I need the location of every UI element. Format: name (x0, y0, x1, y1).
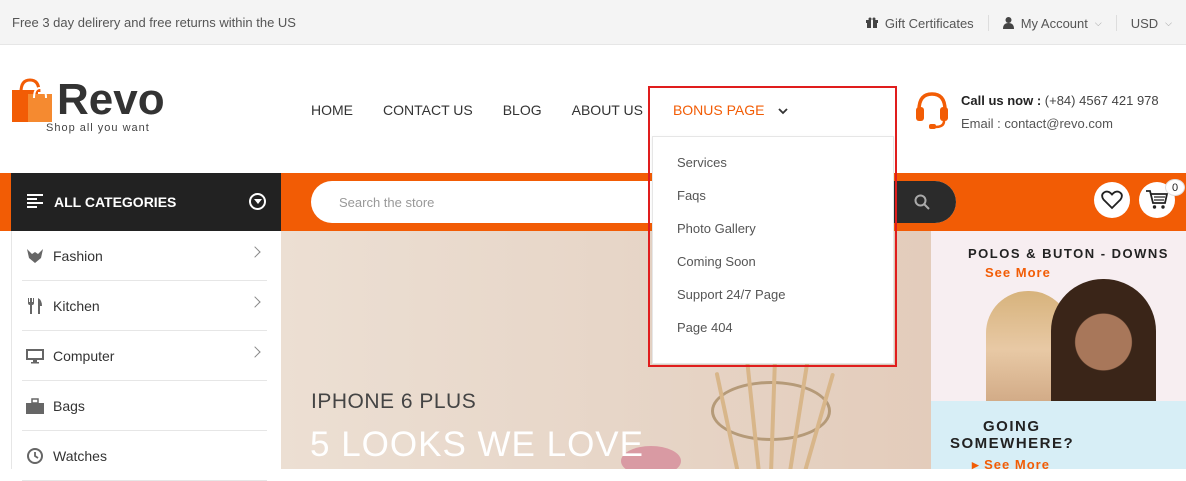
chevron-down-icon: ⌵ (1094, 17, 1102, 28)
site-header: Revo Shop all you want HOME CONTACT US B… (0, 45, 1186, 173)
divider (987, 15, 989, 31)
chevron-down-icon: ⌵ (1165, 17, 1172, 28)
promo-title-line1: GOING (983, 418, 1041, 435)
see-more-link[interactable]: ▸ See More (972, 457, 1050, 473)
call-us: Call us now : (+84) 4567 421 978 (961, 93, 1159, 108)
nav-home[interactable]: HOME (311, 102, 353, 118)
category-label: Watches (53, 448, 107, 464)
fork-knife-icon (28, 298, 42, 314)
chevron-right-icon (249, 246, 261, 258)
site-logo[interactable]: Revo Shop all you want (11, 75, 181, 138)
gift-icon (865, 17, 878, 28)
category-item-fashion[interactable]: Fashion (22, 231, 267, 281)
menu-lines-icon (27, 194, 43, 208)
phone-number[interactable]: (+84) 4567 421 978 (1041, 93, 1159, 108)
category-item-kitchen[interactable]: Kitchen (22, 281, 267, 331)
nav-contact-us[interactable]: CONTACT US (383, 102, 473, 118)
headset-icon (916, 92, 948, 129)
cart-count-badge: 0 (1165, 179, 1185, 196)
shopping-bag-logo-icon (12, 78, 52, 122)
category-sidebar: Fashion Kitchen Computer Bags Watches (11, 231, 281, 481)
promo-banner-polos[interactable]: POLOS & BUTON - DOWNS See More (931, 231, 1186, 401)
category-label: Fashion (53, 248, 103, 264)
category-label: Bags (53, 398, 85, 414)
category-label: Kitchen (53, 298, 100, 314)
logo-name: Revo (57, 75, 165, 124)
logo-tagline: Shop all you want (46, 122, 150, 134)
gift-certificates-link[interactable]: Gift Certificates (865, 15, 974, 31)
banner-subtitle: IPHONE 6 PLUS (311, 390, 477, 413)
promo-title: POLOS & BUTON - DOWNS (968, 246, 1169, 261)
cart-icon (1146, 190, 1168, 209)
search-icon (914, 194, 930, 210)
nav-about-us[interactable]: ABOUT US (572, 102, 643, 118)
search-button[interactable] (892, 181, 956, 223)
top-bar-links: Gift Certificates My Account ⌵ USD ⌵ (865, 15, 1172, 31)
fox-icon (27, 249, 43, 263)
promo-title-line2: SOMEWHERE? (950, 435, 1075, 452)
circle-chevron-down-icon (249, 193, 266, 210)
currency-label: USD (1130, 15, 1159, 31)
highlight-box (648, 86, 897, 367)
model-photo-right (1051, 279, 1156, 401)
top-bar: Free 3 day delirery and free returns wit… (0, 0, 1186, 45)
all-categories-toggle[interactable]: ALL CATEGORIES (11, 173, 281, 231)
banner-title: 5 LOOKS WE LOVE (310, 425, 644, 464)
category-label: Computer (53, 348, 115, 364)
category-item-bags[interactable]: Bags (22, 381, 267, 431)
nav-blog[interactable]: BLOG (503, 102, 542, 118)
my-account-label: My Account (1020, 15, 1088, 31)
category-bar-edge (0, 173, 11, 231)
clock-icon (27, 448, 43, 464)
my-account-menu[interactable]: My Account ⌵ (1002, 15, 1102, 31)
monitor-icon (26, 349, 44, 364)
category-item-computer[interactable]: Computer (22, 331, 267, 381)
category-item-watches[interactable]: Watches (22, 431, 267, 481)
email-address[interactable]: Email : contact@revo.com (961, 116, 1113, 131)
search-placeholder: Search the store (339, 195, 435, 210)
currency-select[interactable]: USD ⌵ (1131, 16, 1172, 31)
chevron-right-icon (249, 346, 261, 358)
call-us-label: Call us now : (961, 93, 1042, 108)
wishlist-button[interactable] (1094, 182, 1130, 218)
shipping-promo-text: Free 3 day delirery and free returns wit… (12, 15, 296, 30)
heart-icon (1101, 190, 1123, 210)
briefcase-icon (26, 398, 44, 414)
all-categories-label: ALL CATEGORIES (54, 194, 177, 210)
chevron-right-icon (249, 296, 261, 308)
promo-banner-travel[interactable]: GOING SOMEWHERE? ▸ See More (931, 401, 1186, 472)
divider (1115, 15, 1117, 31)
user-icon (1002, 17, 1014, 29)
see-more-link[interactable]: See More (985, 265, 1051, 280)
gift-certificates-label: Gift Certificates (884, 15, 974, 31)
